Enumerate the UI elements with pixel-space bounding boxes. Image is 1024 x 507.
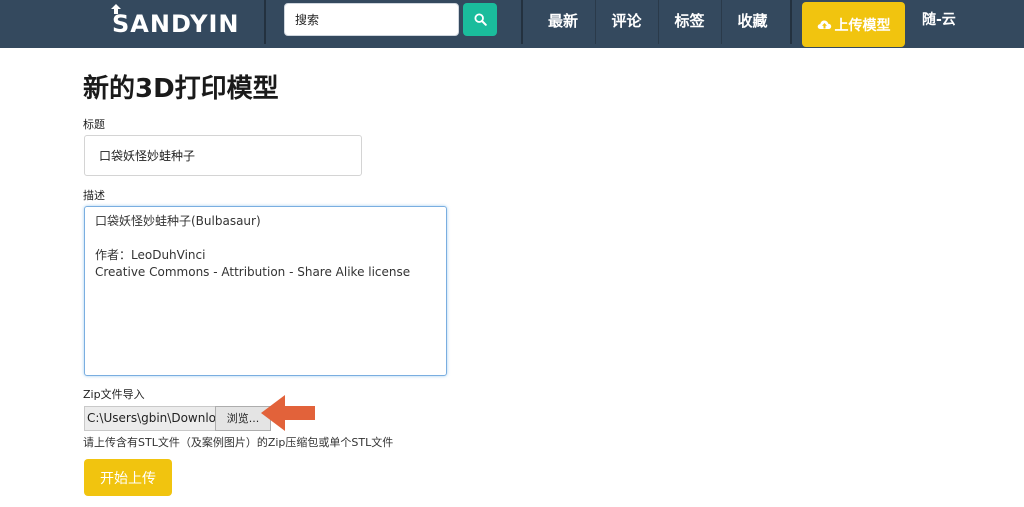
- title-field-value: 口袋妖怪妙蛙种子: [99, 149, 196, 163]
- cloud-upload-icon: [817, 20, 831, 29]
- upload-arrow-icon: [111, 4, 121, 14]
- title-label: 标题: [83, 118, 105, 131]
- nav-item-favorites[interactable]: 收藏: [722, 0, 783, 44]
- nav-separator: [521, 0, 523, 44]
- site-logo[interactable]: SANDYIN: [111, 4, 240, 44]
- page-title: 新的3D打印模型: [83, 74, 279, 104]
- search-input[interactable]: [284, 3, 459, 36]
- zip-import-label: Zip文件导入: [83, 388, 145, 401]
- site-logo-text: SANDYIN: [112, 10, 240, 38]
- nav-separator: [264, 0, 266, 44]
- search-button[interactable]: [463, 3, 497, 36]
- top-navbar: SANDYIN 最新 评论 标签 收藏 上传模型 随-云: [0, 0, 1024, 48]
- nav-separator: [790, 0, 792, 44]
- description-textarea[interactable]: 口袋妖怪妙蛙种子(Bulbasaur) 作者：LeoDuhVinci Creat…: [84, 206, 447, 376]
- title-field[interactable]: 口袋妖怪妙蛙种子: [84, 135, 362, 176]
- upload-model-label: 上传模型: [834, 17, 891, 34]
- arrow-left-annotation-icon: [261, 395, 315, 431]
- upload-model-button[interactable]: 上传模型: [802, 2, 905, 47]
- nav-item-comments[interactable]: 评论: [596, 0, 657, 44]
- user-menu[interactable]: 随-云: [922, 0, 956, 40]
- search-icon: [473, 13, 487, 26]
- nav-item-tags[interactable]: 标签: [659, 0, 720, 44]
- description-label: 描述: [83, 189, 105, 202]
- start-upload-button[interactable]: 开始上传: [84, 459, 172, 496]
- nav-item-latest[interactable]: 最新: [533, 0, 593, 44]
- upload-hint: 请上传含有STL文件（及案例图片）的Zip压缩包或单个STL文件: [83, 436, 394, 449]
- file-path-field[interactable]: C:\Users\gbin\Downlo: [84, 406, 215, 431]
